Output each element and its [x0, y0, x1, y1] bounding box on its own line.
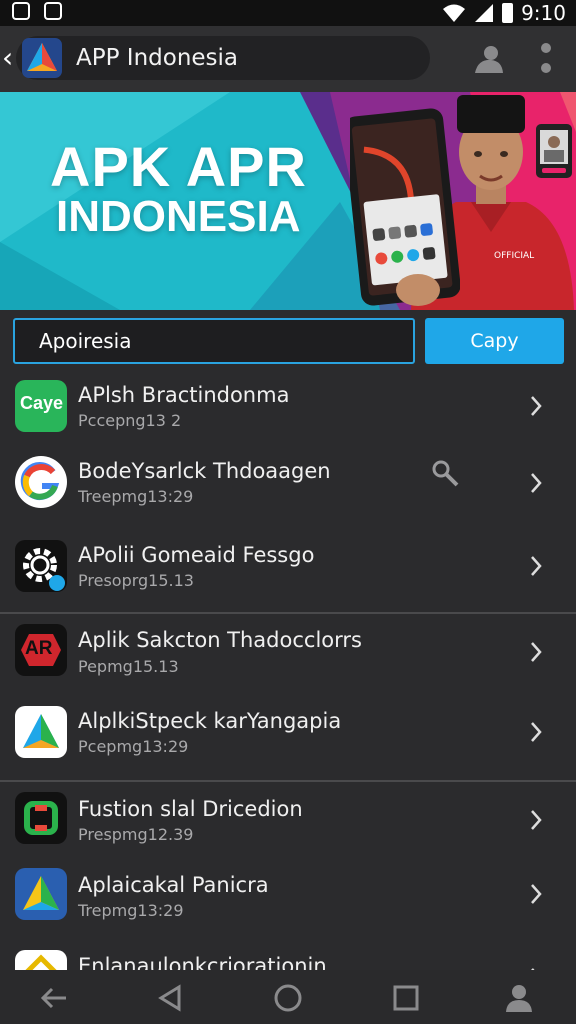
search-input[interactable] [13, 318, 415, 364]
item-subtitle: Pccepng13 2 [78, 411, 182, 430]
item-subtitle: Pepmg15.13 [78, 657, 179, 676]
search-row: Capy [0, 310, 576, 374]
caye-logo-icon: Caye [15, 380, 67, 432]
back-triangle-icon[interactable] [155, 982, 187, 1014]
chevron-right-icon [531, 810, 542, 830]
green-red-logo-icon [15, 792, 67, 844]
chevron-right-icon [531, 884, 542, 904]
item-title: AlplkiStpeck karYangapia [78, 709, 342, 733]
banner-small-phone-image [536, 124, 572, 178]
item-title: APolii Gomeaid Fessgo [78, 543, 315, 567]
list-item[interactable]: Aplaicakal Panicra Trepmg13:29 [0, 868, 576, 944]
chevron-right-icon [531, 396, 542, 416]
recents-icon[interactable] [390, 982, 422, 1014]
shirt-logo: OFFICIAL [494, 251, 534, 261]
item-title: Fustion slal Dricedion [78, 797, 303, 821]
banner-hand-image [396, 274, 440, 306]
chevron-right-icon [531, 556, 542, 576]
promo-banner[interactable]: APK APR INDONESIA OFFICIAL [0, 92, 576, 310]
item-subtitle: Trepmg13:29 [78, 901, 184, 920]
account-icon[interactable] [472, 44, 504, 74]
chevron-right-icon [531, 473, 542, 493]
chevron-right-icon [531, 722, 542, 742]
item-subtitle: Prespmg12.39 [78, 825, 194, 844]
list-item[interactable]: APolii Gomeaid Fessgo Presoprg15.13 [0, 536, 576, 612]
chevron-right-icon [531, 642, 542, 662]
wifi-icon [443, 4, 466, 22]
yellow-diamond-icon [15, 950, 67, 970]
more-options-icon[interactable] [538, 42, 554, 76]
list-item[interactable]: Caye APlsh Bractindonma Pccepng13 2 [0, 374, 576, 444]
item-title: Aplaicakal Panicra [78, 873, 269, 897]
item-title: Aplik Sakcton Thadocclorrs [78, 628, 362, 652]
status-bar: 9:10 [0, 0, 576, 26]
google-g-icon [15, 456, 67, 508]
app-logo-icon [22, 38, 62, 78]
banner-headline: APK APR [50, 135, 307, 198]
item-title: BodeYsarlck Thdoaagen [78, 459, 331, 483]
divider [0, 780, 576, 782]
home-icon[interactable] [272, 982, 304, 1014]
drive-logo-icon [15, 868, 67, 920]
item-subtitle: Treepmg13:29 [78, 487, 194, 506]
item-subtitle: Presoprg15.13 [78, 571, 194, 590]
triangle-logo-icon [15, 706, 67, 758]
list-item[interactable]: Fustion slal Dricedion Prespmg12.39 [0, 788, 576, 866]
search-button[interactable]: Capy [425, 318, 564, 364]
back-arrow-icon[interactable] [38, 982, 70, 1014]
list-item[interactable]: Enlanaulonkcriorationin [0, 946, 576, 970]
battery-icon [502, 3, 514, 23]
gear-icon [15, 540, 67, 592]
list-item[interactable]: BodeYsarlck Thdoaagen Treepmg13:29 [0, 454, 576, 534]
item-title: Enlanaulonkcriorationin [78, 954, 327, 970]
title-pill: APP Indonesia [16, 36, 430, 80]
divider [0, 612, 576, 614]
search-icon[interactable] [430, 458, 460, 488]
list-item[interactable]: AlplkiStpeck karYangapia Pcepmg13:29 [0, 702, 576, 778]
cellular-signal-icon [475, 4, 494, 22]
profile-icon[interactable] [503, 982, 535, 1014]
app-notification-icon [44, 2, 62, 20]
banner-subheadline: INDONESIA [56, 192, 301, 241]
list-item[interactable]: AR Aplik Sakcton Thadocclorrs Pepmg15.13 [0, 618, 576, 698]
item-subtitle: Pcepmg13:29 [78, 737, 189, 756]
app-bar: APP Indonesia ‹ [0, 26, 576, 92]
back-button[interactable]: ‹ [2, 44, 13, 72]
app-title: APP Indonesia [76, 45, 239, 71]
navigation-bar [0, 970, 576, 1024]
item-title: APlsh Bractindonma [78, 383, 290, 407]
status-time: 9:10 [521, 1, 566, 25]
ar-logo-icon: AR [15, 624, 67, 676]
app-list: Caye APlsh Bractindonma Pccepng13 2 Bode… [0, 374, 576, 970]
notification-icon [12, 2, 30, 20]
